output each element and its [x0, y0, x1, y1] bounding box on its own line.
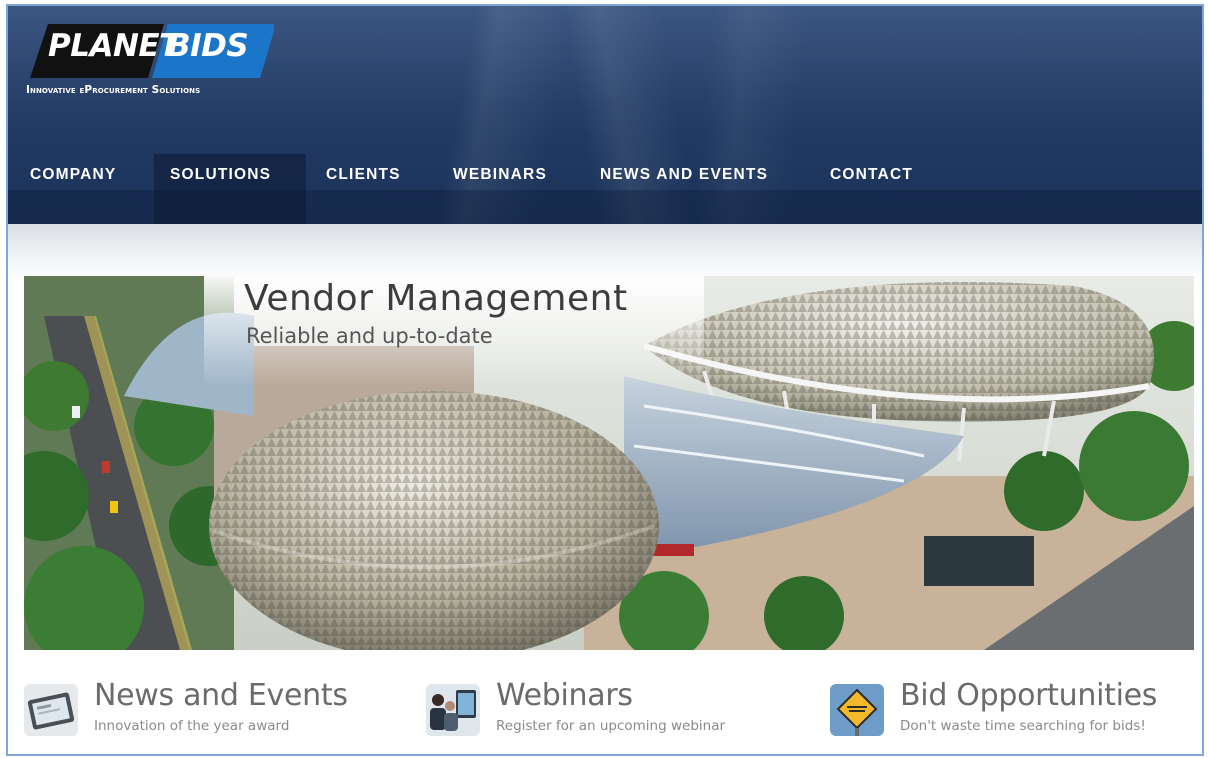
feature-desc-news-and-events: Innovation of the year award	[94, 718, 290, 734]
logo-tagline: Innovative eProcurement Solutions	[26, 84, 201, 96]
hero-title: Vendor Management	[244, 278, 628, 319]
nav-item-news-and-events[interactable]: NEWS AND EVENTS	[600, 154, 768, 224]
hero-image	[24, 276, 1194, 650]
feature-webinars[interactable]: Webinars Register for an upcoming webina…	[426, 678, 766, 742]
site-header: PLANET BIDS Innovative eProcurement Solu…	[8, 6, 1202, 224]
nav-item-solutions[interactable]: SOLUTIONS	[154, 154, 306, 224]
nav-item-company[interactable]: COMPANY	[30, 154, 116, 224]
page-frame: PLANET BIDS Innovative eProcurement Solu…	[6, 4, 1204, 756]
feature-desc-webinars: Register for an upcoming webinar	[496, 718, 726, 734]
logo-text-bids: BIDS	[167, 28, 249, 64]
webinar-people-icon	[426, 684, 480, 736]
logo-text-planet: PLANET	[48, 28, 180, 64]
planetbids-logo[interactable]: PLANET BIDS Innovative eProcurement Solu…	[24, 22, 284, 106]
main-navigation: COMPANY SOLUTIONS CLIENTS WEBINARS NEWS …	[8, 154, 1202, 224]
content-top-fade	[8, 224, 1202, 284]
feature-title-webinars: Webinars	[496, 678, 633, 713]
feature-bid-opportunities[interactable]: Bid Opportunities Don't waste time searc…	[830, 678, 1190, 742]
hero-banner[interactable]: Vendor Management Reliable and up-to-dat…	[24, 276, 1194, 650]
feature-title-news-and-events: News and Events	[94, 678, 348, 713]
nav-item-clients[interactable]: CLIENTS	[326, 154, 401, 224]
hero-subtitle: Reliable and up-to-date	[246, 324, 493, 348]
bid-sign-icon	[830, 684, 884, 736]
feature-title-bid-opportunities: Bid Opportunities	[900, 678, 1158, 713]
tablet-news-icon	[24, 684, 78, 736]
nav-item-webinars[interactable]: WEBINARS	[453, 154, 547, 224]
nav-item-contact[interactable]: CONTACT	[830, 154, 913, 224]
feature-news-and-events[interactable]: News and Events Innovation of the year a…	[24, 678, 364, 742]
feature-desc-bid-opportunities: Don't waste time searching for bids!	[900, 718, 1146, 734]
